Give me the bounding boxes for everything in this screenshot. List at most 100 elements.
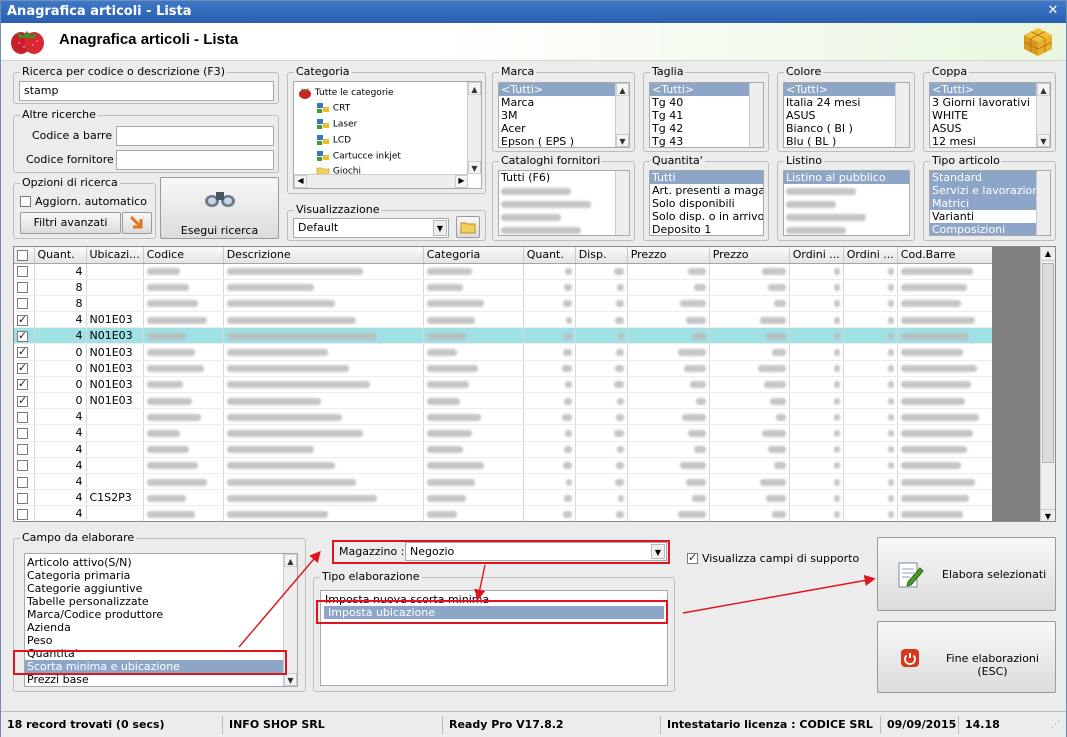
row-checkbox[interactable] xyxy=(17,508,28,520)
row-checkbox[interactable] xyxy=(17,394,28,407)
open-folder-button[interactable] xyxy=(456,216,480,238)
table-row[interactable]: 0N01E03 xyxy=(14,360,998,377)
size-list[interactable]: <Tutti> Tg 40 Tg 41 Tg 42 Tg 43 xyxy=(649,82,764,148)
scroll-down-icon[interactable]: ▼ xyxy=(468,161,481,174)
list-item[interactable]: Tg 43 xyxy=(650,135,763,147)
column-header[interactable]: Cod.Barre xyxy=(897,247,998,264)
column-header[interactable]: Descrizione xyxy=(223,247,424,264)
row-checkbox[interactable] xyxy=(17,427,28,439)
list-item[interactable]: Composizioni xyxy=(930,223,1050,235)
row-checkbox-cell[interactable] xyxy=(14,457,35,474)
row-checkbox[interactable] xyxy=(17,345,28,359)
view-select[interactable]: Default ▼ xyxy=(293,218,449,238)
quantity-list[interactable]: Tutti Art. presenti a magazzino Solo dis… xyxy=(649,170,764,236)
table-row[interactable]: 4 xyxy=(14,473,998,491)
supplier-catalogs-list[interactable]: Tutti (F6) xyxy=(498,170,630,236)
row-checkbox[interactable] xyxy=(17,329,28,342)
table-row[interactable]: 8 xyxy=(14,295,998,313)
scroll-right-icon[interactable]: ▶ xyxy=(455,175,468,188)
list-item[interactable]: Marca/Codice produttore xyxy=(25,608,297,621)
list-item[interactable]: <Tutti> xyxy=(784,83,909,96)
table-row[interactable]: 0N01E03 xyxy=(14,343,998,361)
brand-scrollbar[interactable]: ▲ ▼ xyxy=(615,83,629,147)
row-checkbox-cell[interactable] xyxy=(14,473,35,491)
list-item[interactable]: Deposito 1 xyxy=(650,223,763,235)
table-row[interactable]: 8 xyxy=(14,279,998,296)
row-checkbox-cell[interactable] xyxy=(14,295,35,313)
list-item[interactable]: Solo disp. o in arrivo xyxy=(650,210,763,223)
filter-arrow-button[interactable] xyxy=(122,212,152,234)
price-list-list[interactable]: Listino al pubblico xyxy=(783,170,910,236)
table-row[interactable]: 4 C1S2P3 xyxy=(14,489,998,507)
column-header[interactable]: Prezzo xyxy=(709,247,790,264)
row-checkbox-cell[interactable] xyxy=(14,376,35,394)
list-item[interactable]: Bianco ( BI ) xyxy=(784,122,909,135)
list-item[interactable]: 3M xyxy=(499,109,629,122)
scroll-thumb[interactable] xyxy=(1042,263,1054,463)
table-row[interactable]: 4 xyxy=(14,505,998,521)
brand-list[interactable]: <Tutti> Marca 3M Acer Epson ( EPS ) ▲ ▼ xyxy=(498,82,630,148)
row-checkbox-cell[interactable] xyxy=(14,392,35,410)
auto-update-checkbox[interactable] xyxy=(20,196,31,207)
list-item[interactable] xyxy=(499,197,629,210)
list-item[interactable]: 3 Giorni lavorativi xyxy=(930,96,1050,109)
list-item[interactable]: Tg 42 xyxy=(650,122,763,135)
table-row[interactable]: 0N01E03 xyxy=(14,392,998,410)
row-checkbox[interactable] xyxy=(17,377,28,391)
list-item[interactable]: 12 mesi xyxy=(930,135,1050,147)
column-header[interactable]: Quant. xyxy=(523,247,576,264)
column-header[interactable]: Ubicazi... xyxy=(86,247,144,264)
table-row[interactable]: 4 xyxy=(14,424,998,442)
row-checkbox-cell[interactable] xyxy=(14,263,35,280)
list-item[interactable]: Tabelle personalizzate xyxy=(25,595,297,608)
barcode-input[interactable] xyxy=(116,126,274,146)
row-checkbox-cell[interactable] xyxy=(14,311,35,329)
resize-grip-icon[interactable]: ⋰ xyxy=(1051,720,1060,730)
list-item[interactable] xyxy=(784,197,909,210)
table-row[interactable]: 4N01E03 xyxy=(14,311,998,329)
row-checkbox[interactable] xyxy=(17,411,28,423)
list-item[interactable]: Peso xyxy=(25,634,297,647)
scroll-up-icon[interactable]: ▲ xyxy=(1037,83,1050,96)
column-header[interactable]: Quant. xyxy=(34,247,87,264)
color-list[interactable]: <Tutti> Italia 24 mesi ASUS Bianco ( BI … xyxy=(783,82,910,148)
execute-search-button[interactable]: Esegui ricerca xyxy=(160,177,279,239)
list-item[interactable]: Italia 24 mesi xyxy=(784,96,909,109)
item-type-scrollbar[interactable] xyxy=(1036,171,1050,235)
close-icon[interactable]: ✕ xyxy=(1046,4,1060,18)
list-item[interactable]: Art. presenti a magazzino xyxy=(650,184,763,197)
scroll-down-icon[interactable]: ▼ xyxy=(1041,509,1055,521)
category-hscrollbar[interactable]: ◀ ▶ xyxy=(294,174,468,188)
search-input[interactable]: stamp xyxy=(19,81,274,101)
cup-scrollbar[interactable]: ▲ ▼ xyxy=(1036,83,1050,147)
column-header[interactable]: Ordini ... xyxy=(843,247,898,264)
list-item[interactable]: Tg 41 xyxy=(650,109,763,122)
list-item[interactable]: ASUS xyxy=(784,109,909,122)
color-scrollbar[interactable] xyxy=(895,83,909,147)
scroll-down-icon[interactable]: ▼ xyxy=(1037,134,1050,147)
list-item[interactable] xyxy=(499,210,629,223)
list-item[interactable]: Acer xyxy=(499,122,629,135)
supplier-code-input[interactable] xyxy=(116,150,274,170)
tree-item-laser[interactable]: Laser xyxy=(316,118,357,130)
list-item[interactable]: Blu ( BL ) xyxy=(784,135,909,147)
item-type-list[interactable]: Standard Servizi e lavorazioni Matrici V… xyxy=(929,170,1051,236)
list-item[interactable]: ASUS xyxy=(930,122,1050,135)
category-tree[interactable]: Tutte le categorie CRT Laser LCD Cartucc… xyxy=(293,81,482,189)
list-item[interactable]: Marca xyxy=(499,96,629,109)
row-checkbox[interactable] xyxy=(17,313,28,326)
list-item[interactable]: Standard xyxy=(930,171,1050,184)
row-checkbox[interactable] xyxy=(17,282,28,294)
row-checkbox-cell[interactable] xyxy=(14,360,35,377)
table-row[interactable]: 4 xyxy=(14,457,998,474)
scroll-up-icon[interactable]: ▲ xyxy=(1041,247,1055,261)
list-item[interactable]: Solo disponibili xyxy=(650,197,763,210)
tree-root[interactable]: Tutte le categorie xyxy=(298,86,394,99)
column-header[interactable]: Ordini ... xyxy=(789,247,844,264)
category-scrollbar[interactable]: ▲ ▼ xyxy=(467,82,481,174)
row-checkbox-cell[interactable] xyxy=(14,327,35,345)
row-checkbox-cell[interactable] xyxy=(14,505,35,521)
table-row[interactable]: 4 xyxy=(14,263,998,280)
row-checkbox-cell[interactable] xyxy=(14,441,35,458)
tree-item-lcd[interactable]: LCD xyxy=(316,134,351,146)
